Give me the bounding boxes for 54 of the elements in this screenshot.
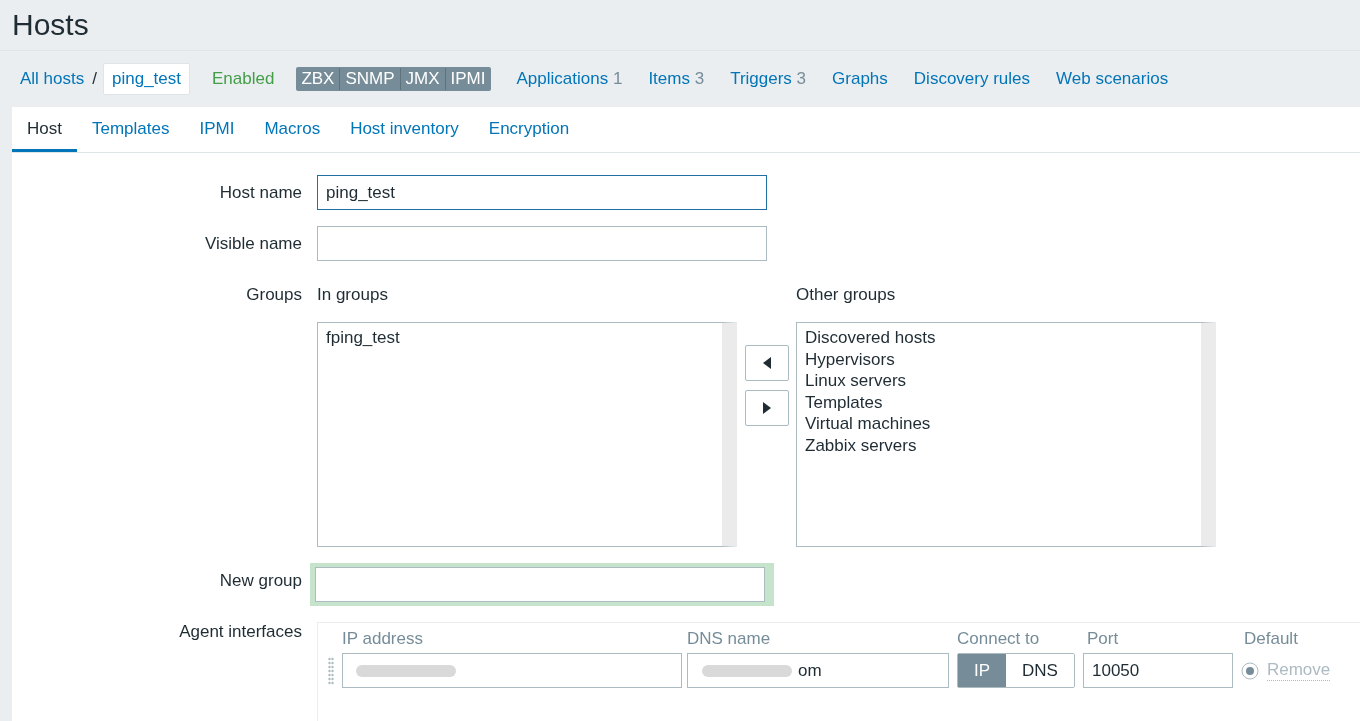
- tab[interactable]: Host inventory: [335, 107, 474, 152]
- tab[interactable]: Templates: [76, 107, 185, 152]
- column-heading: IP address: [341, 629, 424, 649]
- all-hosts-link[interactable]: All hosts: [12, 69, 93, 89]
- list-option[interactable]: Virtual machines: [805, 413, 1193, 435]
- visible-name-field[interactable]: [317, 226, 767, 261]
- move-right-button[interactable]: [745, 390, 789, 426]
- list-heading: Other groups: [796, 284, 897, 305]
- nav-link[interactable]: Triggers 3: [730, 69, 807, 89]
- field-label: Groups: [245, 284, 302, 306]
- column-heading: Port: [1087, 629, 1120, 649]
- list-option[interactable]: Hypervisors: [805, 348, 1193, 370]
- ip-address-field[interactable]: [342, 653, 682, 688]
- default-radio[interactable]: [1240, 661, 1259, 680]
- column-heading: DNS name: [687, 629, 772, 649]
- field-label: Agent interfaces: [178, 622, 302, 643]
- list-option[interactable]: fping_test: [326, 327, 714, 349]
- availability-tag: ZBX: [296, 68, 340, 90]
- tab[interactable]: Host: [12, 107, 77, 152]
- availability-tag: JMX: [399, 68, 445, 90]
- field-label: Host name: [218, 182, 302, 204]
- nav-link[interactable]: Items 3: [648, 69, 705, 89]
- in-groups-list[interactable]: fping_test: [317, 322, 737, 547]
- move-left-button[interactable]: [745, 345, 789, 381]
- right-triangle-icon: [762, 402, 772, 414]
- field-label: New group: [218, 570, 302, 592]
- nav-link[interactable]: Graphs: [832, 69, 888, 89]
- list-option[interactable]: Discovered hosts: [805, 327, 1193, 349]
- list-option[interactable]: Templates: [805, 391, 1193, 413]
- port-field[interactable]: 10050: [1082, 653, 1233, 688]
- column-heading: Default: [1244, 629, 1298, 649]
- new-group-field[interactable]: [310, 563, 774, 606]
- field-label: Visible name: [203, 233, 302, 255]
- list-option[interactable]: Zabbix servers: [805, 434, 1193, 456]
- nav-link[interactable]: Web scenarios: [1056, 69, 1169, 89]
- other-groups-list[interactable]: Discovered hosts Hypervisors Linux servers Templates Virtual machines Zabbix servers: [796, 322, 1216, 547]
- nav-link[interactable]: Discovery rules: [913, 69, 1031, 89]
- tab[interactable]: Macros: [249, 107, 336, 152]
- tab[interactable]: IPMI: [184, 107, 250, 152]
- connect-option[interactable]: IP: [958, 654, 1007, 687]
- current-host-link[interactable]: ping_test: [103, 63, 190, 95]
- left-triangle-icon: [762, 357, 772, 369]
- column-heading: Connect to: [957, 629, 1041, 649]
- breadcrumb-separator: /: [92, 69, 97, 89]
- list-option[interactable]: Linux servers: [805, 370, 1193, 392]
- availability-tag: SNMP: [339, 68, 400, 90]
- list-heading: In groups: [317, 284, 389, 305]
- drag-handle-icon[interactable]: [328, 656, 334, 685]
- availability-tag: IPMI: [444, 68, 491, 90]
- status-link[interactable]: Enabled: [212, 69, 275, 89]
- nav-link[interactable]: Applications 1: [516, 69, 623, 89]
- host-name-field[interactable]: ping_test: [317, 175, 767, 210]
- tab[interactable]: Encryption: [473, 107, 585, 152]
- page-title: Hosts: [11, 7, 90, 43]
